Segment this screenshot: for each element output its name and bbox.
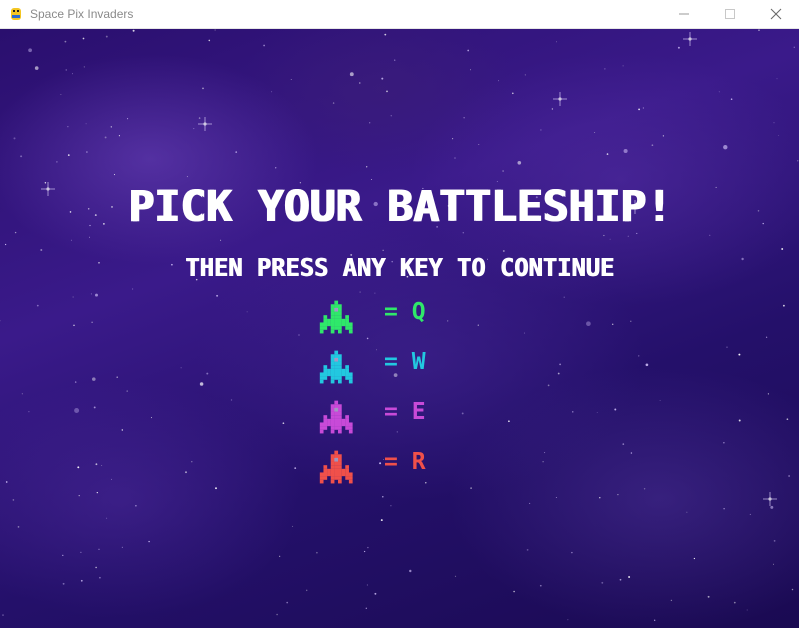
ship-option-q[interactable]: = Q — [318, 297, 448, 337]
ship-key-label: = E — [384, 399, 426, 425]
pygame-snake-icon — [11, 8, 21, 20]
ship-key-label: = W — [384, 349, 426, 375]
close-icon — [770, 8, 782, 20]
ship-option-e[interactable]: = E — [318, 397, 448, 437]
minimize-icon — [679, 13, 689, 15]
green-ship-icon — [319, 300, 353, 334]
ship-key-label: = Q — [384, 299, 426, 325]
game-canvas[interactable]: PICK YOUR BATTLESHIP! THEN PRESS ANY KEY… — [0, 29, 799, 628]
game-window: Space Pix Invaders PICK YOUR BATTLESHIP!… — [0, 0, 799, 628]
close-button[interactable] — [753, 0, 799, 28]
window-title: Space Pix Invaders — [30, 7, 134, 21]
cyan-ship-icon — [319, 350, 353, 384]
ship-option-w[interactable]: = W — [318, 347, 448, 387]
purple-ship-icon — [319, 400, 353, 434]
minimize-button[interactable] — [661, 0, 707, 28]
pick-battleship-heading: PICK YOUR BATTLESHIP! — [127, 182, 672, 232]
ship-key-label: = R — [384, 449, 426, 475]
press-any-key-subheading: THEN PRESS ANY KEY TO CONTINUE — [185, 253, 614, 282]
maximize-button[interactable] — [707, 0, 753, 28]
red-ship-icon — [319, 450, 353, 484]
ship-option-r[interactable]: = R — [318, 447, 448, 487]
title-bar[interactable]: Space Pix Invaders — [0, 0, 799, 29]
maximize-icon — [725, 9, 735, 19]
